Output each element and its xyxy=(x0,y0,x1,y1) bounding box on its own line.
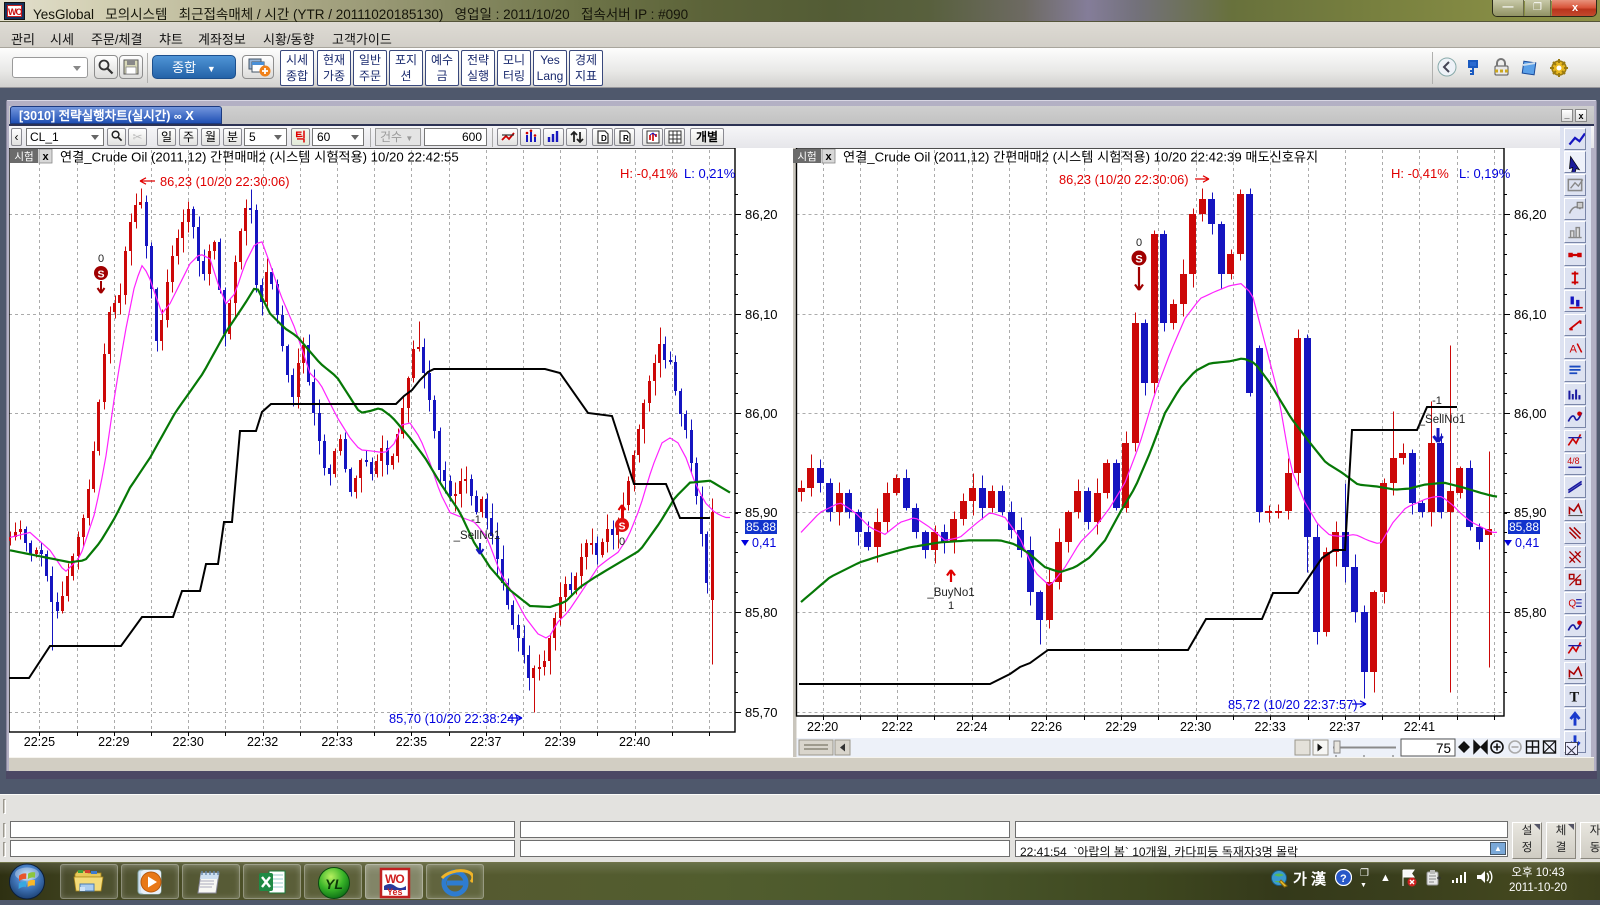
svg-text:22:25: 22:25 xyxy=(24,735,55,749)
svg-text:R: R xyxy=(623,134,629,143)
svg-text:22:41: 22:41 xyxy=(1404,720,1435,734)
svg-text:22:33: 22:33 xyxy=(1255,720,1286,734)
svg-text:85,70 (10/20 22:38:24): 85,70 (10/20 22:38:24) xyxy=(389,711,519,726)
svg-text:85,70: 85,70 xyxy=(745,705,778,720)
svg-text:?: ? xyxy=(1340,873,1347,885)
svg-text:86,23 (10/20 22:30:06): 86,23 (10/20 22:30:06) xyxy=(1059,172,1189,187)
svg-text:D: D xyxy=(601,134,607,143)
svg-text:22:24: 22:24 xyxy=(956,720,987,734)
svg-text:22:29: 22:29 xyxy=(98,735,129,749)
svg-text:연결_Crude Oil (2011,12) 간편매매2 (: 연결_Crude Oil (2011,12) 간편매매2 (시스템 시험적용) … xyxy=(60,150,459,165)
svg-text:22:22: 22:22 xyxy=(882,720,913,734)
svg-text:_SellNo1: _SellNo1 xyxy=(1418,414,1466,426)
svg-text:86,20: 86,20 xyxy=(1514,207,1547,222)
svg-text:86,00: 86,00 xyxy=(745,406,778,421)
svg-text:86,00: 86,00 xyxy=(1514,406,1547,421)
svg-text:85,90: 85,90 xyxy=(1514,505,1547,520)
svg-text:86,10: 86,10 xyxy=(745,307,778,322)
svg-text:22:40: 22:40 xyxy=(619,735,650,749)
svg-text:시험: 시험 xyxy=(14,151,33,163)
svg-text:86,23 (10/20 22:30:06): 86,23 (10/20 22:30:06) xyxy=(160,174,290,189)
svg-text:0: 0 xyxy=(619,536,625,548)
svg-text:22:33: 22:33 xyxy=(321,735,352,749)
svg-text:22:29: 22:29 xyxy=(1105,720,1136,734)
svg-text:22:37: 22:37 xyxy=(1329,720,1360,734)
svg-text:S: S xyxy=(97,269,104,281)
svg-text:86,20: 86,20 xyxy=(745,207,778,222)
svg-text:YL: YL xyxy=(325,876,343,892)
svg-text:H: -0,41%: H: -0,41% xyxy=(1391,166,1449,181)
svg-text:0,41: 0,41 xyxy=(752,536,776,550)
svg-text:-1: -1 xyxy=(471,514,481,526)
svg-text:WO: WO xyxy=(385,872,404,886)
svg-text:22:32: 22:32 xyxy=(247,735,278,749)
svg-text:22:39: 22:39 xyxy=(545,735,576,749)
svg-text:4/8: 4/8 xyxy=(1567,456,1579,466)
svg-text:85,90: 85,90 xyxy=(745,505,778,520)
svg-text:22:20: 22:20 xyxy=(807,720,838,734)
svg-text:22:30: 22:30 xyxy=(173,735,204,749)
svg-text:x: x xyxy=(825,151,832,163)
svg-text:22:26: 22:26 xyxy=(1031,720,1062,734)
svg-text:연결_Crude Oil (2011,12) 간편매매2 (: 연결_Crude Oil (2011,12) 간편매매2 (시스템 시험적용) … xyxy=(843,150,1318,165)
svg-text:H: -0,41%: H: -0,41% xyxy=(620,166,678,181)
svg-text:85,80: 85,80 xyxy=(1514,605,1547,620)
svg-text:0,41: 0,41 xyxy=(1515,536,1539,550)
svg-text:_BuyNo1: _BuyNo1 xyxy=(926,587,974,599)
svg-text:T: T xyxy=(1569,689,1579,705)
svg-text:L: 0,21%: L: 0,21% xyxy=(684,166,736,181)
svg-text:85,80: 85,80 xyxy=(745,605,778,620)
svg-text:0: 0 xyxy=(1136,237,1142,249)
svg-text:1: 1 xyxy=(948,600,954,612)
svg-text:85,88: 85,88 xyxy=(1509,520,1539,534)
svg-text:Q: Q xyxy=(1568,598,1576,609)
svg-text:S: S xyxy=(1135,254,1142,266)
svg-text:시험: 시험 xyxy=(797,151,816,163)
svg-text:22:30: 22:30 xyxy=(1180,720,1211,734)
svg-text:A: A xyxy=(1569,343,1577,355)
svg-text:Yes: Yes xyxy=(387,887,403,897)
svg-text:75: 75 xyxy=(1436,741,1451,756)
svg-text:22:35: 22:35 xyxy=(396,735,427,749)
svg-text:22:37: 22:37 xyxy=(470,735,501,749)
svg-text:85,88: 85,88 xyxy=(746,520,776,534)
svg-text:x: x xyxy=(42,151,49,163)
svg-text:86,10: 86,10 xyxy=(1514,307,1547,322)
svg-text:0: 0 xyxy=(98,253,104,265)
svg-text:L: 0,19%: L: 0,19% xyxy=(1459,166,1511,181)
svg-text:_SellNo1: _SellNo1 xyxy=(453,530,501,542)
svg-text:S: S xyxy=(618,521,625,533)
svg-text:85,72 (10/20 22:37:57): 85,72 (10/20 22:37:57) xyxy=(1228,697,1358,712)
svg-text:-1: -1 xyxy=(1432,395,1442,407)
